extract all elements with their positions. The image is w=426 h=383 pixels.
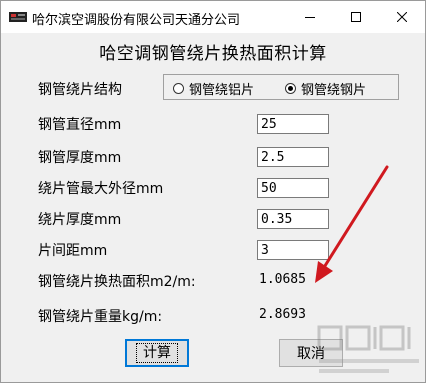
- tube-thickness-label: 钢管厚度mm: [38, 150, 122, 166]
- page-title: 哈空调钢管绕片换热面积计算: [99, 44, 327, 64]
- radio-label: 钢管绕钢片: [301, 83, 367, 98]
- window-title: 哈尔滨空调股份有限公司天通分公司: [32, 13, 241, 28]
- calculate-button-label: 计算: [136, 343, 178, 363]
- minimize-icon: [305, 17, 315, 18]
- maximize-button[interactable]: [333, 1, 379, 33]
- fin-spacing-input[interactable]: [257, 240, 329, 260]
- title-bar[interactable]: 哈尔滨空调股份有限公司天通分公司: [1, 1, 425, 33]
- fin-thickness-label: 绕片厚度mm: [38, 212, 122, 228]
- close-icon: [397, 12, 407, 22]
- fin-thickness-input[interactable]: [257, 209, 329, 229]
- calculate-button[interactable]: 计算: [125, 339, 189, 367]
- tube-thickness-input[interactable]: [257, 147, 329, 167]
- watermark-logo-icon: [317, 325, 419, 373]
- fin-max-outer-diameter-input[interactable]: [257, 178, 329, 198]
- radio-checked-icon: [285, 83, 296, 94]
- heat-exchange-area-label: 钢管绕片换热面积m2/m:: [38, 274, 196, 290]
- maximize-icon: [351, 12, 361, 22]
- radio-unchecked-icon: [173, 83, 184, 94]
- minimize-button[interactable]: [287, 1, 333, 33]
- fin-spacing-label: 片间距mm: [38, 243, 108, 259]
- tube-diameter-label: 钢管直径mm: [38, 117, 122, 133]
- radio-steel-aluminum-fin[interactable]: 钢管绕铝片: [173, 79, 254, 98]
- app-window: 哈尔滨空调股份有限公司天通分公司 哈空调钢管绕片换热面积计算 钢管绕片结构 钢管…: [0, 0, 426, 383]
- fin-max-outer-diameter-label: 绕片管最大外径mm: [38, 181, 164, 197]
- close-button[interactable]: [379, 1, 425, 33]
- weight-value: 2.8693: [259, 307, 306, 322]
- structure-radio-group: 钢管绕铝片 钢管绕钢片: [163, 74, 399, 100]
- heat-exchange-area-value: 1.0685: [259, 272, 306, 287]
- radio-steel-steel-fin[interactable]: 钢管绕钢片: [285, 79, 366, 98]
- tube-diameter-input[interactable]: [257, 114, 329, 134]
- app-icon: [9, 12, 27, 22]
- radio-label: 钢管绕铝片: [189, 83, 255, 98]
- weight-label: 钢管绕片重量kg/m:: [38, 309, 163, 325]
- structure-label: 钢管绕片结构: [38, 82, 122, 98]
